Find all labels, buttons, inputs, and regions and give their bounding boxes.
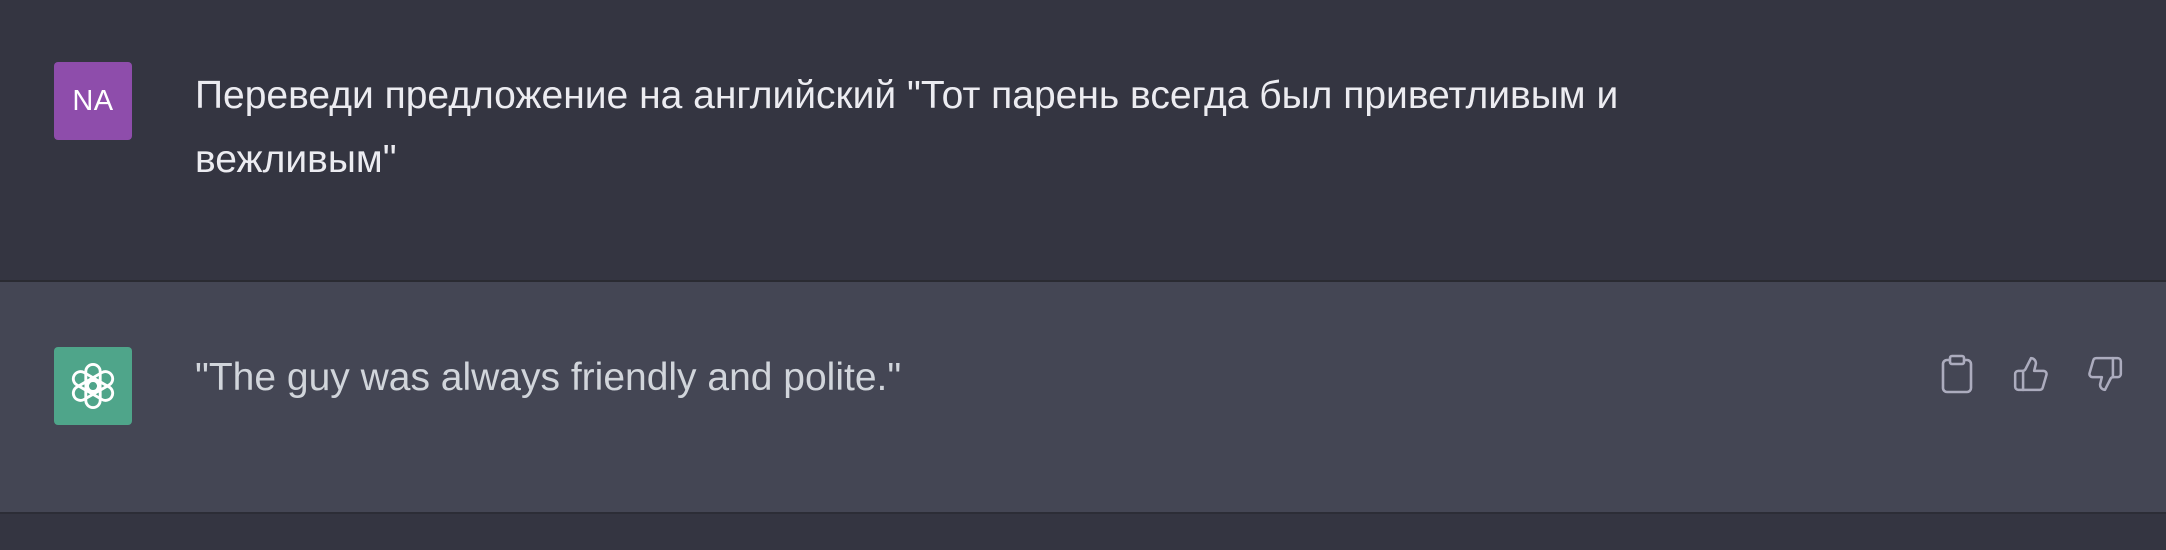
copy-icon bbox=[1941, 354, 1973, 394]
user-avatar-initials: NA bbox=[72, 84, 114, 117]
thumbs-down-icon bbox=[2088, 356, 2123, 392]
assistant-avatar bbox=[54, 347, 132, 425]
bottom-area bbox=[0, 514, 2166, 550]
user-message-text: Переведи предложение на английский "Тот … bbox=[195, 74, 1619, 181]
copy-button[interactable] bbox=[1938, 354, 1976, 394]
thumbs-down-button[interactable] bbox=[2086, 355, 2124, 393]
openai-logo-icon bbox=[71, 362, 115, 410]
thumbs-up-button[interactable] bbox=[2012, 355, 2050, 393]
thumbs-up-icon bbox=[2013, 356, 2048, 392]
user-message-row: NA Переведи предложение на английский "Т… bbox=[0, 0, 2166, 282]
assistant-message-row: "The guy was always friendly and polite.… bbox=[0, 282, 2166, 514]
message-actions bbox=[1938, 354, 2124, 394]
user-avatar: NA bbox=[54, 62, 132, 140]
assistant-message-text: "The guy was always friendly and polite.… bbox=[195, 356, 902, 399]
